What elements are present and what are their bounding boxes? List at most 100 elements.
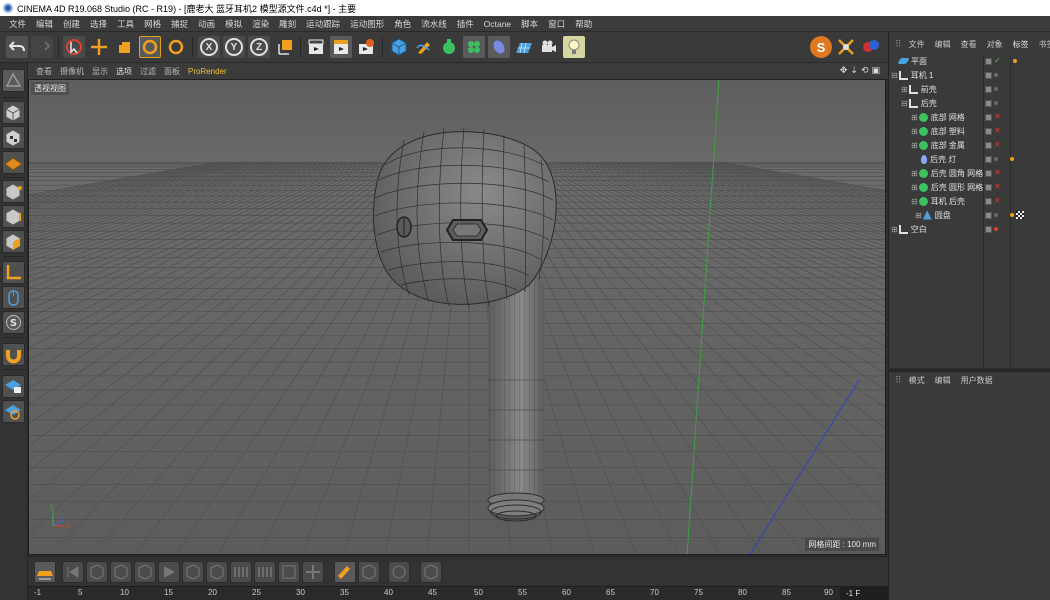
tweak-mode-button[interactable] xyxy=(2,286,25,309)
solo-button[interactable]: S xyxy=(2,311,25,334)
undo-button[interactable] xyxy=(6,36,28,58)
am-menu-edit[interactable]: 编辑 xyxy=(930,375,956,386)
menu-file[interactable]: 文件 xyxy=(4,16,31,32)
maximize-view-icon[interactable]: ▣ xyxy=(871,65,880,76)
edges-mode-button[interactable] xyxy=(2,205,25,228)
disabled-x-icon[interactable]: ✕ xyxy=(994,197,1001,205)
octane-button[interactable] xyxy=(860,36,882,58)
cube-button[interactable] xyxy=(388,36,410,58)
object-row[interactable]: ⊟ 耳机 1 xyxy=(889,68,1050,82)
material-tag-icon[interactable] xyxy=(1010,213,1014,217)
subdivision-surface-button[interactable] xyxy=(438,36,460,58)
object-row[interactable]: ⊞ 底部 塑料 ✕ xyxy=(889,124,1050,138)
menu-animate[interactable]: 动画 xyxy=(193,16,220,32)
position-key-button[interactable] xyxy=(302,561,324,583)
menu-mograph[interactable]: 运动图形 xyxy=(345,16,389,32)
timeline-mode-button[interactable] xyxy=(34,561,56,583)
menu-window[interactable]: 窗口 xyxy=(543,16,570,32)
z-axis-lock-button[interactable]: Z xyxy=(248,36,270,58)
material-tag-icon[interactable] xyxy=(1010,157,1014,161)
menu-tools[interactable]: 工具 xyxy=(112,16,139,32)
rotate-view-icon[interactable]: ⟲ xyxy=(861,65,869,76)
recent-tool-button[interactable] xyxy=(165,36,187,58)
camera-button[interactable] xyxy=(538,36,560,58)
make-editable-button[interactable] xyxy=(2,69,25,92)
perspective-viewport[interactable]: y x z 透视视图 网格间距 : 100 mm xyxy=(28,79,886,555)
point-level-button[interactable] xyxy=(420,561,442,583)
om-menu-file[interactable]: 文件 xyxy=(904,39,930,50)
menu-character[interactable]: 角色 xyxy=(389,16,416,32)
om-menu-view[interactable]: 查看 xyxy=(956,39,982,50)
menu-simulate[interactable]: 模拟 xyxy=(220,16,247,32)
floor-button[interactable] xyxy=(513,36,535,58)
viewport-menu-view[interactable]: 查看 xyxy=(32,66,56,77)
menu-plugins[interactable]: 插件 xyxy=(452,16,479,32)
viewport-menu-panel[interactable]: 面板 xyxy=(160,66,184,77)
enabled-check-icon[interactable]: ✓ xyxy=(994,57,1001,65)
move-view-icon[interactable]: ✥ xyxy=(840,65,848,76)
disabled-x-icon[interactable]: ✕ xyxy=(994,183,1001,191)
redo-button[interactable] xyxy=(31,36,53,58)
collapse-icon[interactable]: ⊟ xyxy=(911,197,918,206)
points-mode-button[interactable] xyxy=(2,180,25,203)
object-row[interactable]: 后壳 灯 xyxy=(889,152,1050,166)
object-row[interactable]: ⊞ 前壳 xyxy=(889,82,1050,96)
record-keys-button[interactable] xyxy=(230,561,252,583)
goto-start-button[interactable] xyxy=(62,561,84,583)
y-axis-lock-button[interactable]: Y xyxy=(223,36,245,58)
visibility-dot-icon[interactable] xyxy=(994,213,998,217)
disabled-x-icon[interactable]: ✕ xyxy=(994,127,1001,135)
menu-snap[interactable]: 捕捉 xyxy=(166,16,193,32)
mograph-cloner-button[interactable] xyxy=(463,36,485,58)
model-mode-button[interactable] xyxy=(2,101,25,124)
viewport-menu-prorender[interactable]: ProRender xyxy=(184,67,231,76)
rotate-tool-button[interactable] xyxy=(139,36,161,58)
am-menu-mode[interactable]: 模式 xyxy=(904,375,930,386)
enable-axis-button[interactable] xyxy=(2,261,25,284)
object-row[interactable]: ⊞ 圆盘 xyxy=(889,208,1050,222)
om-menu-objects[interactable]: 对象 xyxy=(982,39,1008,50)
visibility-dot-icon[interactable] xyxy=(994,157,998,161)
menu-motion-tracker[interactable]: 运动跟踪 xyxy=(301,16,345,32)
keyframe-selection-button[interactable] xyxy=(278,561,300,583)
xpresso-button[interactable] xyxy=(835,36,857,58)
keyframe-cube-3-button[interactable] xyxy=(134,561,156,583)
expand-icon[interactable]: ⊞ xyxy=(911,169,918,178)
collapse-icon[interactable]: ⊟ xyxy=(891,71,898,80)
disabled-x-icon[interactable]: ✕ xyxy=(994,169,1001,177)
menu-edit[interactable]: 编辑 xyxy=(31,16,58,32)
visibility-dot-icon[interactable] xyxy=(994,87,998,91)
rotation-key-button[interactable] xyxy=(358,561,380,583)
am-menu-user-data[interactable]: 用户数据 xyxy=(956,375,998,386)
scale-tool-button[interactable] xyxy=(113,36,135,58)
parameter-key-button[interactable] xyxy=(388,561,410,583)
menu-script[interactable]: 脚本 xyxy=(516,16,543,32)
visibility-dot-icon[interactable] xyxy=(994,101,998,105)
om-menu-edit[interactable]: 编辑 xyxy=(930,39,956,50)
expand-icon[interactable]: ⊞ xyxy=(911,183,918,192)
texture-mode-button[interactable] xyxy=(2,126,25,149)
current-frame-field[interactable]: -1 F xyxy=(840,587,888,600)
x-axis-lock-button[interactable]: X xyxy=(198,36,220,58)
object-row[interactable]: ⊞ 后壳 圆角 网格 ✕ xyxy=(889,166,1050,180)
viewport-menu-options[interactable]: 选项 xyxy=(112,66,136,77)
polygons-mode-button[interactable] xyxy=(2,230,25,253)
material-tag-icon[interactable] xyxy=(1012,59,1017,63)
expand-icon[interactable]: ⊞ xyxy=(911,127,918,136)
menu-select[interactable]: 选择 xyxy=(85,16,112,32)
viewport-menu-cameras[interactable]: 摄像机 xyxy=(56,66,88,77)
expand-icon[interactable]: ⊞ xyxy=(891,225,898,234)
visibility-dot-icon[interactable] xyxy=(994,73,998,77)
scale-key-button[interactable] xyxy=(334,561,356,583)
menu-pipeline[interactable]: 流水线 xyxy=(416,16,452,32)
uvw-tag-icon[interactable] xyxy=(1016,211,1024,219)
live-selection-button[interactable] xyxy=(63,36,85,58)
keyframe-cube-5-button[interactable] xyxy=(206,561,228,583)
play-button[interactable] xyxy=(158,561,180,583)
keyframe-cube-2-button[interactable] xyxy=(110,561,132,583)
render-view-button[interactable] xyxy=(305,36,327,58)
zoom-view-icon[interactable]: ⇣ xyxy=(850,65,858,76)
expand-icon[interactable]: ⊞ xyxy=(911,141,918,150)
keyframe-cube-4-button[interactable] xyxy=(182,561,204,583)
snapping-button[interactable] xyxy=(2,343,25,366)
